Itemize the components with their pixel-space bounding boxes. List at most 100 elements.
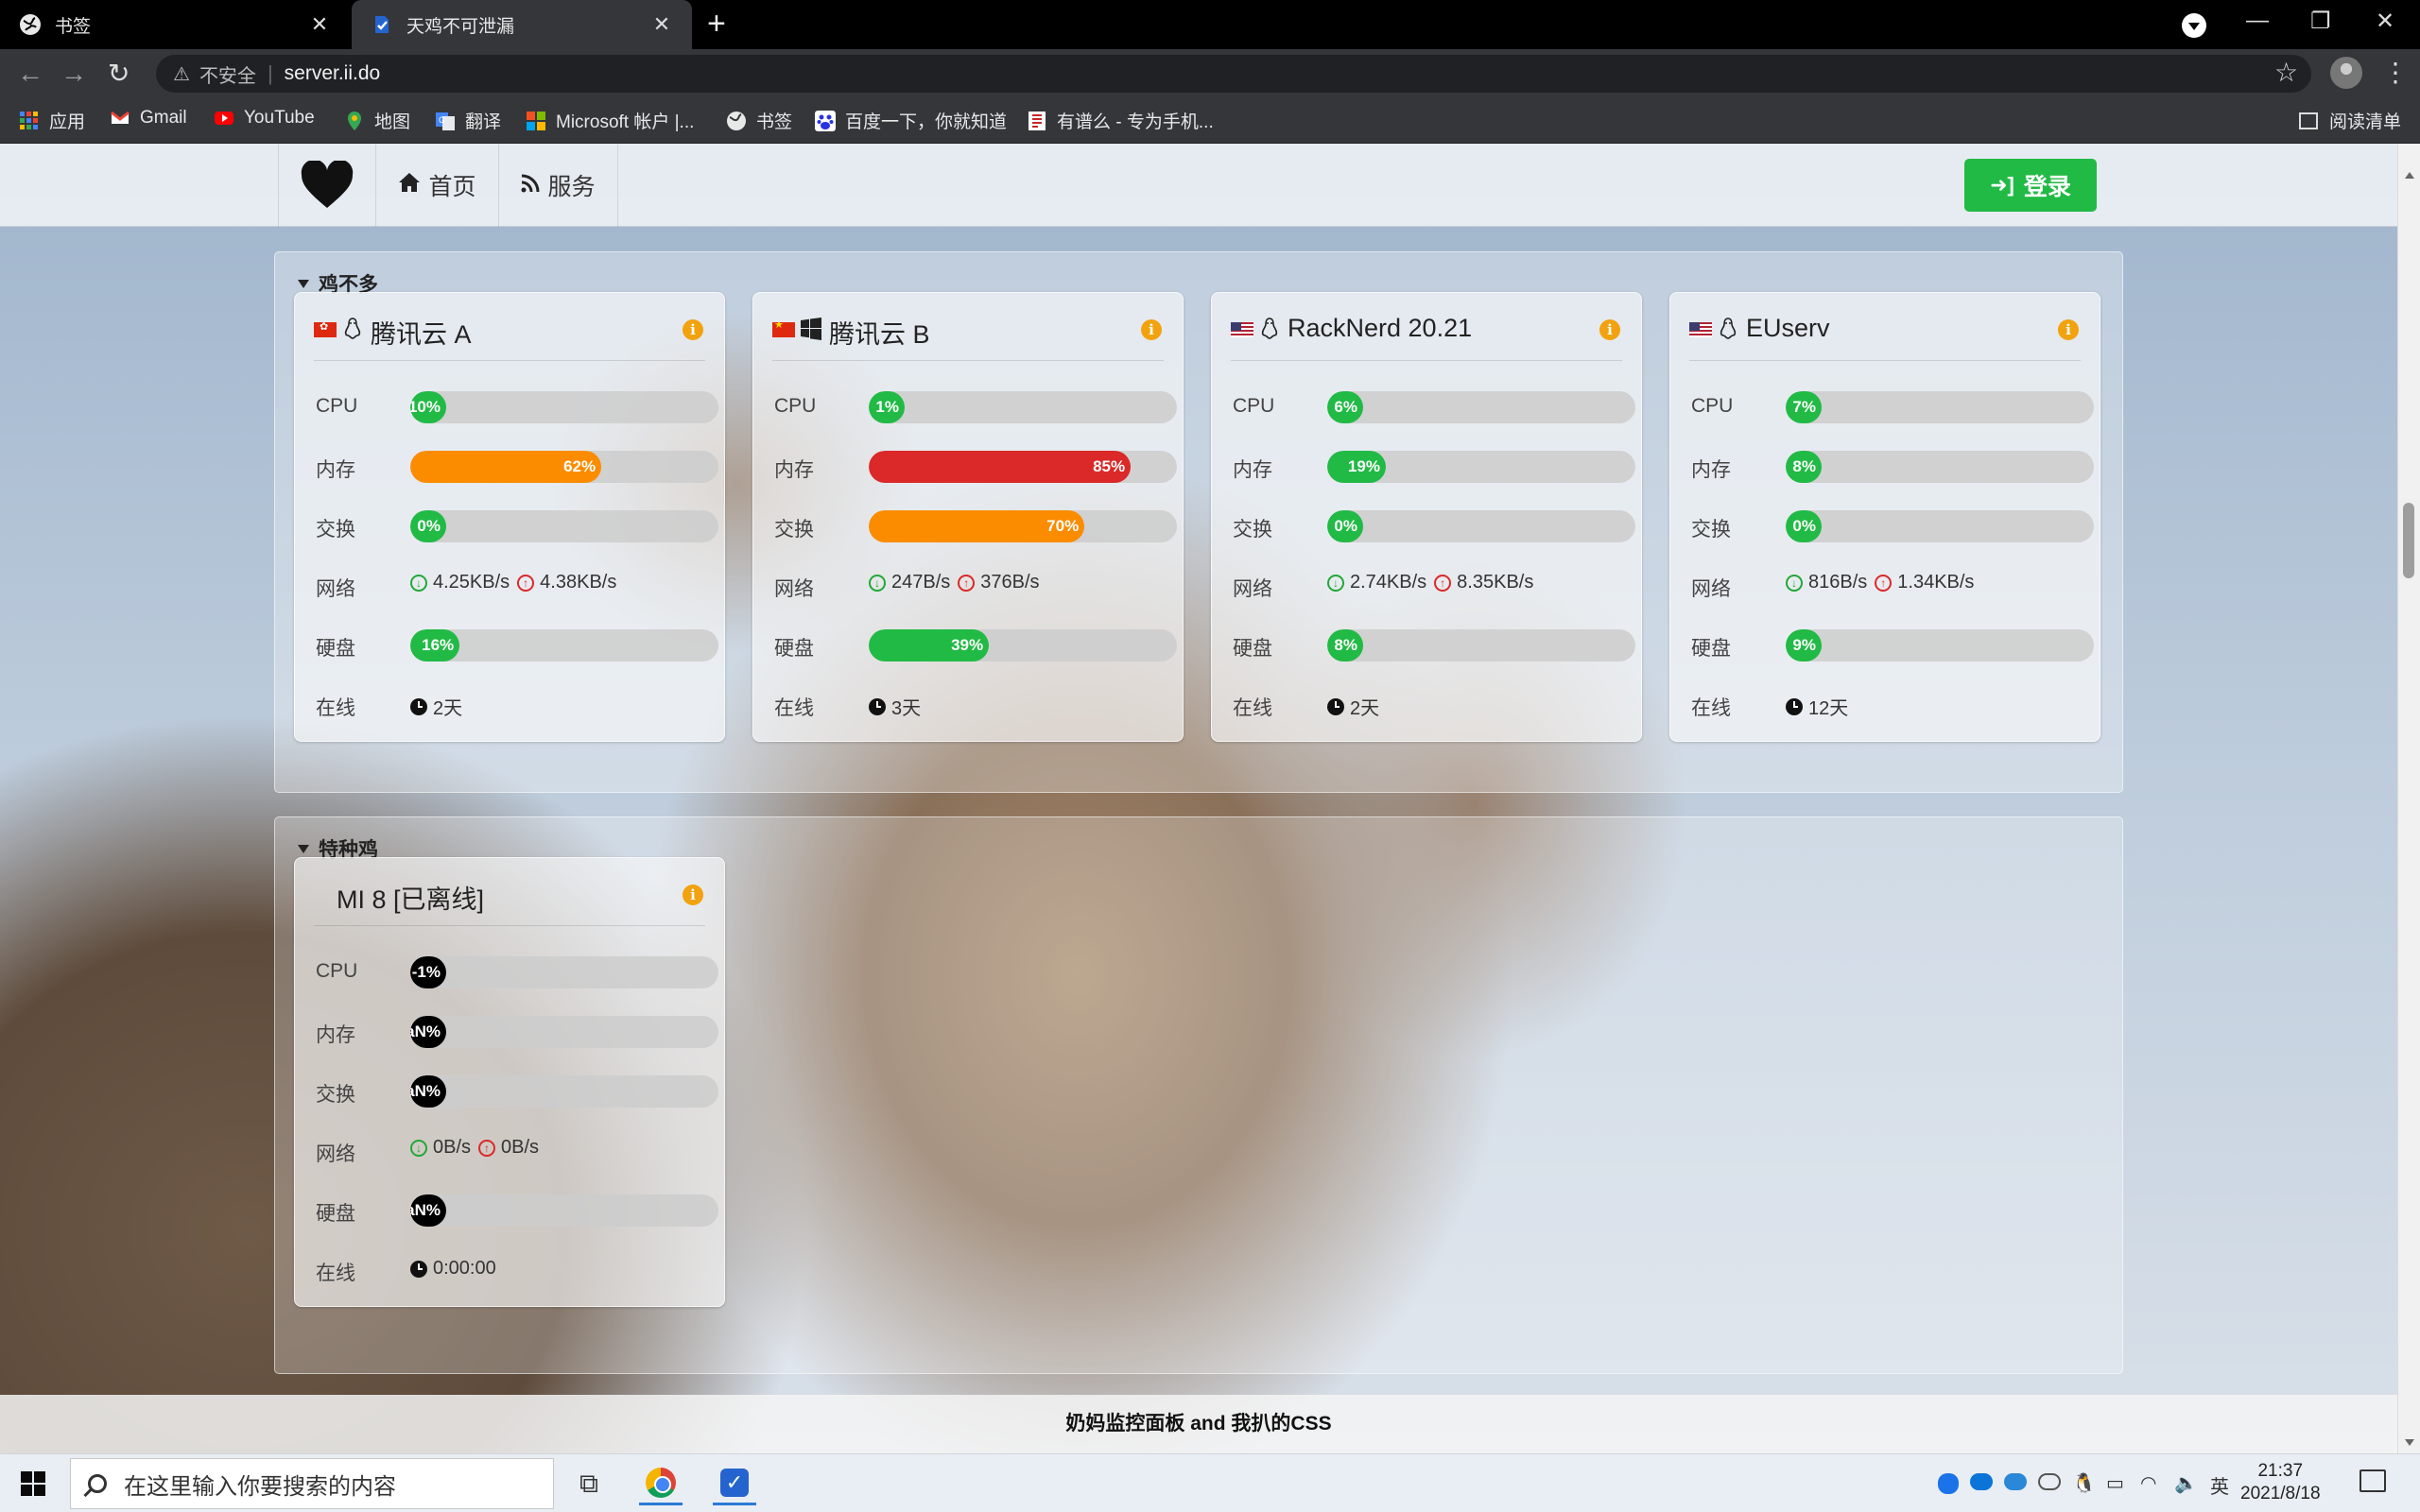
metric-row-net: 网络 ↓ 0B/s ↑ 0B/s — [314, 1131, 705, 1169]
disk-progress-fill: 9% — [1786, 629, 1822, 662]
caret-down-icon[interactable] — [298, 844, 309, 853]
disk-percent: NaN% — [410, 1201, 441, 1219]
info-icon[interactable]: i — [683, 885, 703, 905]
reading-list-button[interactable]: 阅读清单 — [2298, 108, 2401, 133]
reading-list-label: 阅读清单 — [2328, 112, 2401, 132]
rss-icon — [521, 172, 540, 199]
tab-search-icon[interactable] — [2182, 13, 2206, 38]
metric-label: 硬盘 — [1233, 638, 1272, 660]
upload-arrow-icon: ↑ — [958, 574, 976, 592]
bookmark-label: YouTube — [244, 108, 315, 128]
disk-progress-fill: 8% — [1327, 629, 1363, 662]
tab-bookmarks[interactable]: 书签 ✕ — [0, 0, 350, 49]
metric-label: 交换 — [316, 519, 355, 541]
bookmark-translate[interactable]: G 翻译 — [435, 108, 501, 133]
metric-label: 在线 — [774, 697, 814, 719]
warning-icon[interactable]: ⚠ — [173, 62, 190, 86]
page-scrollbar[interactable] — [2397, 144, 2420, 1453]
caret-down-icon[interactable] — [298, 279, 309, 288]
bookmark-label: 地图 — [374, 112, 411, 132]
volume-icon[interactable]: 🔈 — [2174, 1471, 2198, 1495]
taskbar-clock[interactable]: 21:37 2021/8/18 — [2240, 1460, 2321, 1505]
minimize-button[interactable]: — — [2246, 8, 2269, 34]
uptime-value: 0:00:00 — [433, 1258, 496, 1279]
task-view-icon[interactable]: ⧉ — [567, 1462, 611, 1505]
chrome-app-icon[interactable] — [639, 1462, 683, 1505]
bookmark-youpu[interactable]: 有谱么 - 专为手机... — [1027, 108, 1214, 133]
clock-time: 21:37 — [2257, 1461, 2304, 1481]
metric-row-mem: 内存 19% — [1231, 447, 1635, 485]
windows-start-icon[interactable] — [21, 1471, 45, 1496]
profile-avatar[interactable] — [2330, 57, 2362, 89]
close-window-button[interactable]: ✕ — [2376, 8, 2394, 35]
tab-title: 天鸡不可泄漏 — [406, 16, 515, 37]
security-label[interactable]: 不安全 — [199, 60, 256, 88]
net-in: 247B/s — [891, 572, 951, 593]
close-tab-icon[interactable]: ✕ — [650, 12, 673, 37]
uptime: 12天 — [1786, 693, 1848, 720]
bookmark-star-icon[interactable]: ☆ — [2274, 57, 2298, 88]
scroll-down-arrow-icon[interactable] — [2405, 1439, 2414, 1446]
cpu-progress-bar: 10% — [410, 391, 718, 423]
reload-button[interactable]: ↻ — [108, 59, 130, 89]
mem-progress-fill: NaN% — [410, 1016, 446, 1048]
disk-progress-bar: 39% — [869, 629, 1177, 662]
divider: | — [267, 61, 273, 85]
bookmark-gmail[interactable]: Gmail — [110, 108, 187, 129]
disk-percent: 39% — [951, 636, 984, 654]
todo-app-icon[interactable]: ✓ — [713, 1462, 756, 1505]
action-center-icon[interactable] — [2360, 1469, 2386, 1492]
info-icon[interactable]: i — [1599, 319, 1620, 340]
login-button[interactable]: ➜] 登录 — [1964, 159, 2097, 212]
bookmark-maps[interactable]: 地图 — [344, 108, 410, 133]
menu-kebab-icon[interactable]: ⋮ — [2382, 57, 2409, 88]
bookmark-microsoft[interactable]: Microsoft 帐户 |... — [526, 108, 694, 133]
onedrive-icon[interactable] — [2004, 1473, 2027, 1490]
cloud-icon[interactable] — [2038, 1473, 2061, 1490]
swap-progress-bar: 0% — [1327, 510, 1635, 542]
info-icon[interactable]: i — [2058, 319, 2079, 340]
mem-progress-bar: 8% — [1786, 451, 2094, 483]
site-logo[interactable] — [278, 144, 376, 227]
onedrive-icon[interactable] — [1970, 1473, 1993, 1490]
ime-indicator[interactable]: 英 — [2210, 1471, 2229, 1499]
forward-button[interactable]: → — [60, 59, 87, 89]
bookmark-youtube[interactable]: YouTube — [214, 108, 315, 129]
restore-button[interactable]: ❐ — [2310, 8, 2331, 35]
wifi-icon[interactable]: ◠ — [2140, 1471, 2156, 1495]
scroll-up-arrow-icon[interactable] — [2405, 172, 2414, 179]
metric-row-cpu: CPU 1% — [772, 387, 1177, 425]
info-icon[interactable]: i — [1141, 319, 1162, 340]
nav-home-label: 首页 — [428, 174, 476, 200]
info-icon[interactable]: i — [683, 319, 703, 340]
metric-label: 在线 — [1691, 697, 1731, 719]
address-bar[interactable]: ⚠ 不安全 | server.ii.do — [156, 55, 2311, 93]
metric-label: 硬盘 — [316, 638, 355, 660]
taskbar-search-box[interactable]: 在这里输入你要搜索的内容 — [70, 1458, 554, 1509]
url-text[interactable]: server.ii.do — [285, 62, 381, 85]
qq-icon[interactable]: 🐧 — [2072, 1471, 2096, 1495]
tab-active-dashboard[interactable]: 天鸡不可泄漏 ✕ — [352, 0, 692, 49]
new-tab-button[interactable]: + — [707, 8, 726, 40]
nav-services[interactable]: 服务 — [499, 144, 618, 227]
scroll-thumb[interactable] — [2403, 503, 2414, 578]
tray-app-icon[interactable] — [1938, 1473, 1959, 1494]
card-header: MI 8 [已离线] i — [314, 879, 705, 926]
swap-progress-fill: 0% — [1327, 510, 1363, 542]
metric-label: CPU — [774, 395, 817, 417]
bookmark-apps[interactable]: 应用 — [19, 108, 85, 133]
bookmark-baidu[interactable]: 百度一下，你就知道 — [815, 108, 1007, 133]
metric-row-cpu: CPU 6% — [1231, 387, 1635, 425]
cpu-progress-bar: -1% — [410, 956, 718, 988]
disk-percent: 16% — [422, 636, 455, 654]
page-footer: 奶妈监控面板 and 我扒的CSS — [0, 1395, 2397, 1453]
network-speeds: ↓ 2.74KB/s ↑ 8.35KB/s — [1327, 572, 1533, 593]
metric-label: 交换 — [1233, 519, 1272, 541]
battery-icon[interactable]: ▭ — [2106, 1471, 2124, 1495]
back-button[interactable]: ← — [17, 59, 43, 89]
bookmark-bookmarks[interactable]: 书签 — [726, 108, 792, 133]
close-tab-icon[interactable]: ✕ — [308, 12, 331, 37]
linux-penguin-icon — [1720, 318, 1737, 339]
translate-icon: G — [436, 112, 455, 130]
nav-home[interactable]: 首页 — [376, 144, 499, 227]
